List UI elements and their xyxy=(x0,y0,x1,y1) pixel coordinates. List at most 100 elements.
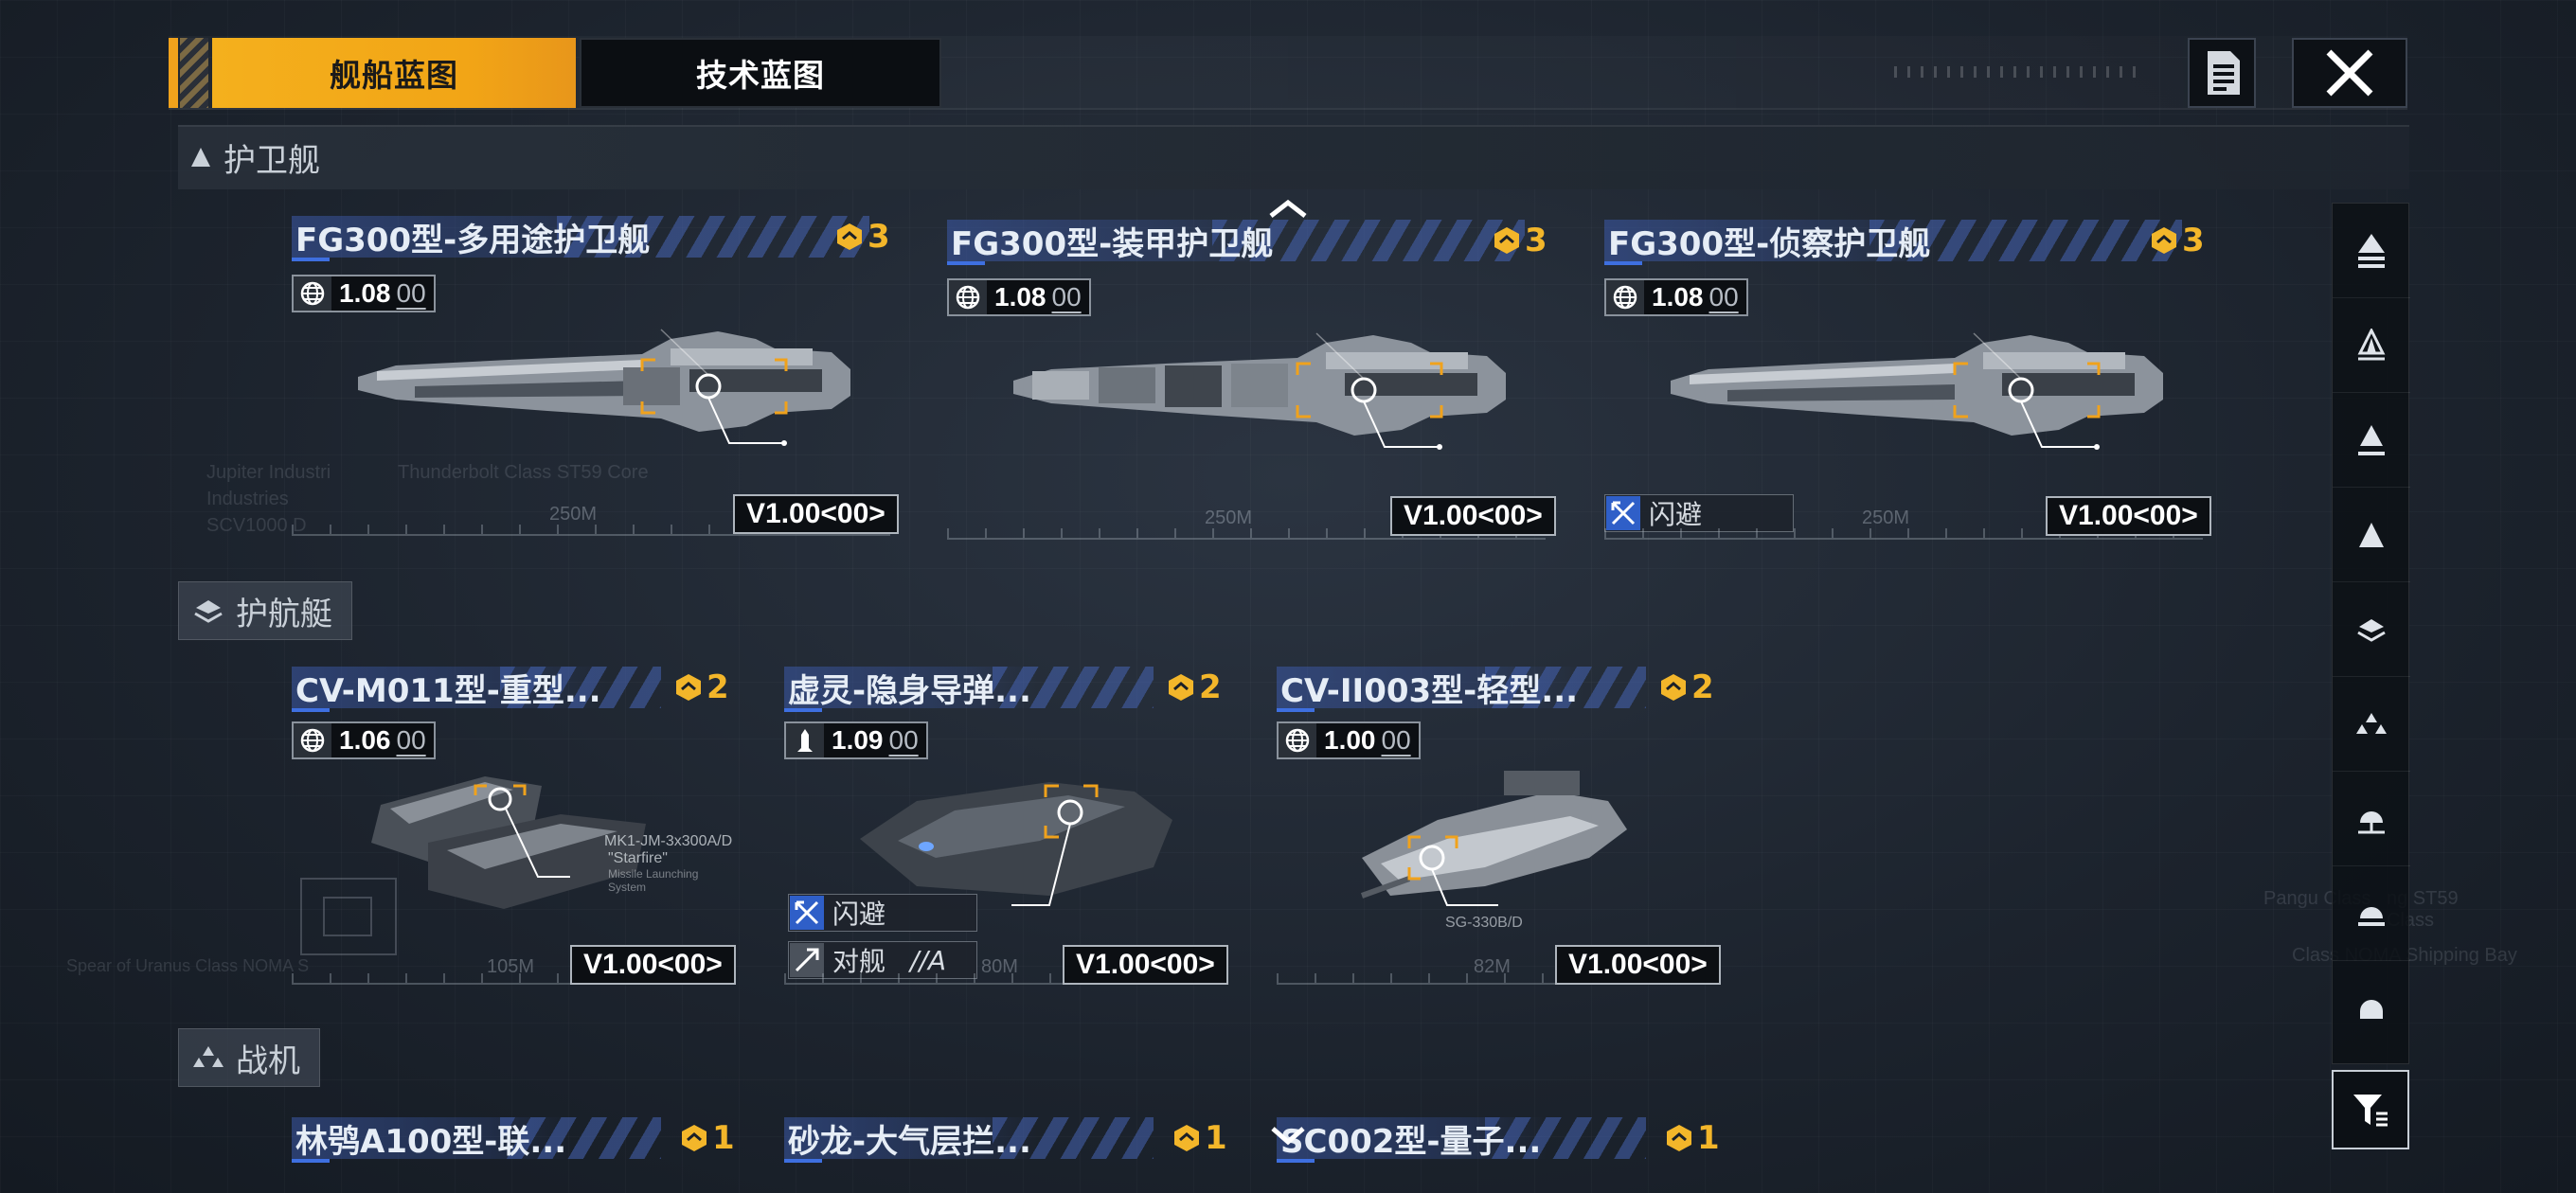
globe-icon xyxy=(300,728,325,753)
hexagon-rank-icon xyxy=(682,1125,707,1151)
missile-icon xyxy=(797,729,813,752)
sidebar-item-cruiser[interactable] xyxy=(2333,298,2410,393)
section-title-corvette: 护航艇 xyxy=(236,595,332,633)
hexagon-rank-icon xyxy=(1169,674,1193,701)
version-tag: V1.00<00> xyxy=(1555,945,1721,985)
ghost-text: Spear of Uranus Class NOMA S xyxy=(66,956,310,975)
section-title-fighter: 战机 xyxy=(236,1042,300,1080)
scroll-down-chevron-icon[interactable] xyxy=(1269,1125,1307,1148)
section-label-frigate: 护卫舰 xyxy=(189,134,320,180)
blueprint-card-frigate-1[interactable]: FG300型-多用途护卫舰 3 1.08 00 250M V1.00<00> xyxy=(292,216,899,547)
tier-badge: 3 xyxy=(835,218,890,256)
globe-icon xyxy=(300,281,325,306)
hexagon-rank-icon xyxy=(676,674,701,701)
anti-ship-icon xyxy=(795,948,819,972)
tier-badge: 1 xyxy=(680,1119,735,1157)
skill-tag-evade: 闪避 xyxy=(788,894,977,932)
blueprint-card-corvette-1[interactable]: CV-M011型-重型... 2 1.06 00 MK1-JM-3x300A/D… xyxy=(292,667,737,1002)
globe-icon xyxy=(1285,728,1310,753)
tab-tech-blueprint[interactable]: 技术蓝图 xyxy=(580,38,941,108)
tab-ship-blueprint[interactable]: 舰船蓝图 xyxy=(212,38,576,108)
tier-badge: 2 xyxy=(674,668,729,706)
sidebar-item-frigate[interactable] xyxy=(2333,488,2410,582)
tier-badge: 2 xyxy=(1167,668,1222,706)
station-dome-icon xyxy=(2358,906,2385,926)
blueprint-card-fighter-3[interactable]: SC002型-量子... 1 xyxy=(1277,1117,1722,1193)
fighter-cluster-icon xyxy=(193,1046,224,1067)
sidebar-item-hangar[interactable] xyxy=(2333,772,2410,866)
scroll-up-chevron-icon[interactable] xyxy=(1267,197,1309,220)
ghost-text: Industries xyxy=(206,489,289,509)
blueprint-card-frigate-3[interactable]: FG300型-侦察护卫舰 3 1.08 00 闪避 250M V1.00<00> xyxy=(1604,220,2211,551)
callout-text: Missile Launching System xyxy=(608,867,699,894)
card-title: 林鸮A100型-联... xyxy=(292,1117,573,1163)
cruiser-icon xyxy=(2357,328,2386,360)
version-tag: V1.00<00> xyxy=(1063,945,1228,985)
callout-text: MK1-JM-3x300A/D xyxy=(604,833,733,849)
blueprint-card-fighter-2[interactable]: 砂龙-大气层拦... 1 xyxy=(784,1117,1229,1193)
blueprint-card-corvette-3[interactable]: CV-II003型-轻型... 2 1.00 00 SG-330B/D 82M … xyxy=(1277,667,1722,1002)
card-title: FG300型-侦察护卫舰 xyxy=(1604,220,1937,265)
filter-funnel-icon xyxy=(2353,1095,2388,1127)
version-box: 1.08 00 xyxy=(1604,278,1748,316)
tier-badge: 1 xyxy=(1665,1119,1720,1157)
capital-ship-icon xyxy=(2358,233,2385,268)
sidebar-item-station[interactable] xyxy=(2333,866,2410,961)
section-title-frigate: 护卫舰 xyxy=(224,141,320,180)
section-header-corvette[interactable]: 护航艇 xyxy=(178,581,352,640)
ship-frigate-recon xyxy=(1671,332,2163,450)
evade-icon xyxy=(1611,501,1636,525)
tab-accent-bar xyxy=(169,38,178,108)
card-title: CV-M011型-重型... xyxy=(292,667,607,712)
outpost-dome-icon xyxy=(2360,1000,2383,1019)
corvette-layers-icon xyxy=(2357,618,2386,642)
tier-badge: 1 xyxy=(1172,1119,1227,1157)
section-header-fighter[interactable]: 战机 xyxy=(178,1028,320,1087)
blueprint-card-corvette-2[interactable]: 虚灵-隐身导弹... 2 1.09 00 闪避 对舰 //A 80M V1.00… xyxy=(784,667,1229,1002)
tier-badge: 3 xyxy=(1493,222,1547,259)
globe-icon xyxy=(956,285,980,310)
destroyer-icon xyxy=(2358,424,2385,455)
sidebar-item-corvette[interactable] xyxy=(2333,582,2410,677)
version-tag: V1.00<00> xyxy=(1390,496,1556,536)
blueprint-sketch xyxy=(300,878,397,955)
blueprint-card-frigate-2[interactable]: FG300型-装甲护卫舰 3 1.08 00 250M V1.00<00> xyxy=(947,220,1556,551)
version-box: 1.08 00 xyxy=(947,278,1091,316)
callout-text: "Starfire" xyxy=(608,850,668,866)
section-header-frigate[interactable] xyxy=(178,125,2409,189)
close-x-icon xyxy=(2326,49,2373,97)
ship-frigate-armored xyxy=(1013,332,1506,450)
card-title: FG300型-装甲护卫舰 xyxy=(947,220,1279,265)
document-button[interactable] xyxy=(2188,38,2256,108)
category-sidebar xyxy=(2332,203,2410,1064)
tier-badge: 3 xyxy=(2150,222,2205,259)
version-tag: V1.00<00> xyxy=(2046,496,2211,536)
hexagon-rank-icon xyxy=(1661,674,1686,701)
hexagon-rank-icon xyxy=(837,223,862,250)
ship-corvette-stealth-missile xyxy=(860,782,1172,906)
filter-button[interactable] xyxy=(2332,1070,2409,1149)
blueprint-card-fighter-1[interactable]: 林鸮A100型-联... 1 xyxy=(292,1117,737,1193)
card-title: FG300型-多用途护卫舰 xyxy=(292,216,656,261)
version-tag: V1.00<00> xyxy=(570,945,736,985)
card-title: CV-II003型-轻型... xyxy=(1277,667,1584,712)
evade-icon xyxy=(795,900,819,925)
card-title: 虚灵-隐身导弹... xyxy=(784,667,1037,712)
close-button[interactable] xyxy=(2292,38,2407,108)
tier-badge: 2 xyxy=(1659,668,1714,706)
corvette-layers-icon xyxy=(194,600,223,623)
hexagon-rank-icon xyxy=(2152,227,2176,254)
ship-frigate-multipurpose xyxy=(358,329,850,446)
version-box: 1.08 00 xyxy=(292,275,436,312)
sidebar-item-outpost[interactable] xyxy=(2333,961,2410,1056)
version-tag: V1.00<00> xyxy=(733,494,899,534)
sidebar-item-destroyer[interactable] xyxy=(2333,393,2410,488)
hangar-icon xyxy=(2358,810,2385,833)
card-title: SC002型-量子... xyxy=(1277,1117,1547,1163)
hexagon-rank-icon xyxy=(1174,1125,1199,1151)
sidebar-item-fighter[interactable] xyxy=(2333,677,2410,772)
triangle-up-icon xyxy=(191,148,210,167)
hexagon-rank-icon xyxy=(1667,1125,1691,1151)
sidebar-item-capital[interactable] xyxy=(2333,204,2410,298)
tab-stripe-decoration xyxy=(180,38,208,108)
